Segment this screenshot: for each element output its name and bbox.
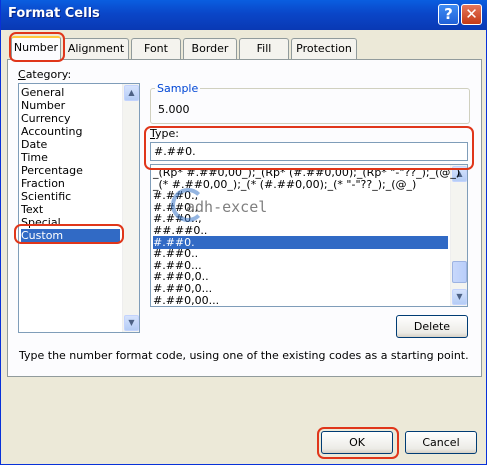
tab-fill-label: Fill: [256, 42, 272, 55]
tab-fill[interactable]: Fill: [239, 38, 289, 59]
category-scrollbar[interactable]: ▲ ▼: [122, 84, 139, 332]
sample-label: Sample: [155, 82, 201, 95]
tab-alignment[interactable]: Alignment: [63, 38, 129, 59]
scroll-down-icon[interactable]: ▼: [452, 289, 467, 305]
type-listbox[interactable]: ▲ ▼ _(Rp* #.##0,00_);_(Rp* (#.##0,00);_(…: [150, 164, 468, 307]
tab-protection-label: Protection: [296, 42, 352, 55]
watermark-text: adh-excel: [186, 198, 268, 216]
hint-text: Type the number format code, using one o…: [19, 349, 469, 362]
format-cells-dialog: Format Cells ? ✕ Number Alignment Font B…: [0, 0, 487, 465]
list-item[interactable]: Accounting: [21, 125, 120, 138]
list-item[interactable]: Number: [21, 99, 120, 112]
category-label: Category:: [18, 68, 71, 81]
list-item[interactable]: Text: [21, 203, 120, 216]
list-item[interactable]: Currency: [21, 112, 120, 125]
tab-alignment-label: Alignment: [67, 42, 125, 55]
list-item[interactable]: Scientific: [21, 190, 120, 203]
highlight-number-tab: [9, 32, 65, 62]
list-item[interactable]: General: [21, 86, 120, 99]
category-label-text: ategory:: [25, 68, 72, 81]
list-item[interactable]: Time: [21, 151, 120, 164]
highlight-custom-category: [14, 224, 124, 244]
tab-font-label: Font: [144, 42, 168, 55]
dialog-title: Format Cells: [8, 6, 100, 21]
close-button[interactable]: ✕: [461, 4, 482, 25]
list-item[interactable]: Date: [21, 138, 120, 151]
title-bar[interactable]: Format Cells ? ✕: [1, 0, 487, 30]
tab-font[interactable]: Font: [131, 38, 181, 59]
highlight-ok-button: [317, 427, 399, 459]
delete-button[interactable]: Delete: [396, 315, 468, 338]
scroll-down-icon[interactable]: ▼: [124, 315, 139, 331]
cancel-button[interactable]: Cancel: [405, 431, 477, 454]
category-listbox[interactable]: ▲ ▼ General Number Currency Accounting Date T…: [18, 83, 140, 333]
type-scrollbar[interactable]: ▲ ▼: [450, 165, 467, 306]
tab-border-label: Border: [191, 42, 229, 55]
sample-value: 5.000: [158, 103, 190, 116]
highlight-type-field: [144, 126, 474, 170]
list-item[interactable]: #.##0,00...: [153, 294, 448, 306]
scroll-thumb[interactable]: [452, 261, 467, 283]
help-button[interactable]: ?: [438, 4, 459, 25]
tab-border[interactable]: Border: [183, 38, 237, 59]
list-item[interactable]: Fraction: [21, 177, 120, 190]
scroll-up-icon[interactable]: ▲: [124, 85, 139, 101]
list-item[interactable]: Percentage: [21, 164, 120, 177]
category-label-accel: C: [18, 68, 26, 81]
tab-protection[interactable]: Protection: [291, 38, 357, 59]
